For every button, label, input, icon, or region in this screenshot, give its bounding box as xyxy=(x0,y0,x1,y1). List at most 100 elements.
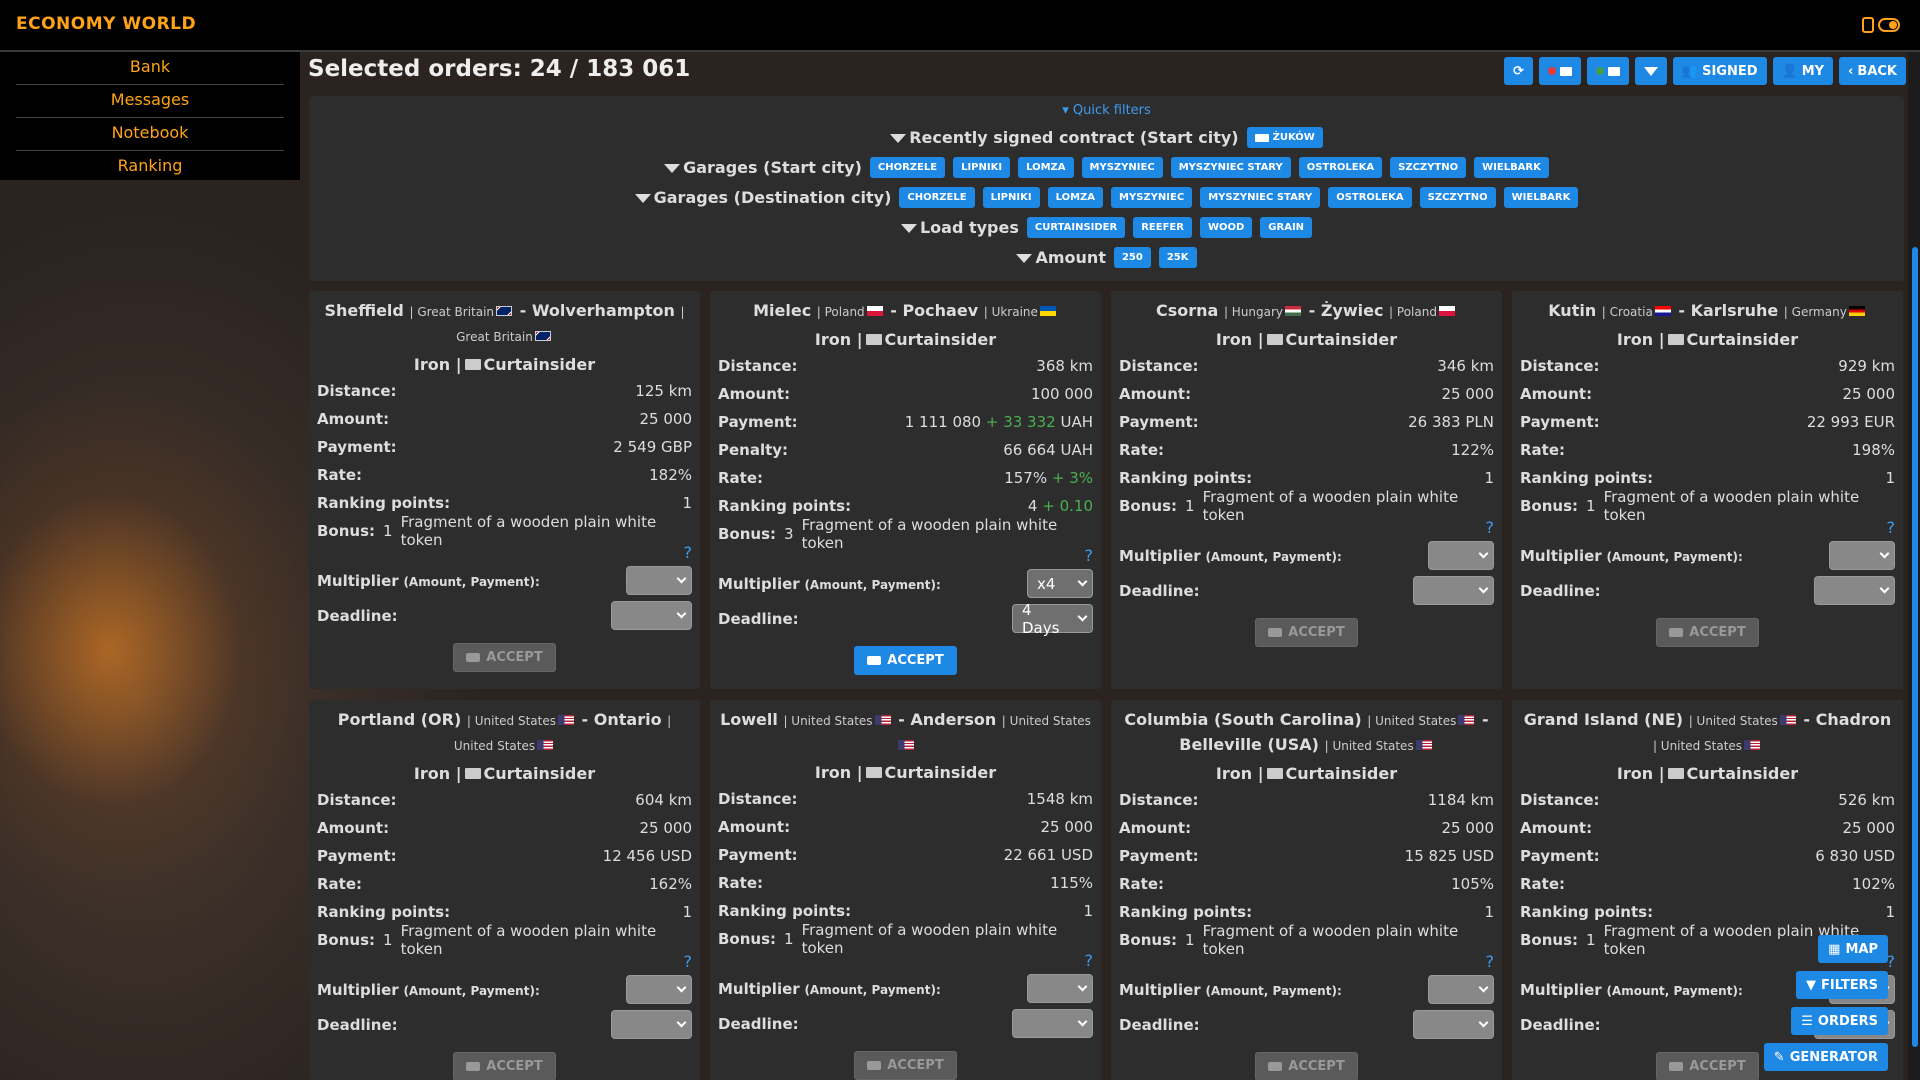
garage-start-chip[interactable]: SZCZYTNO xyxy=(1390,157,1467,178)
deadline-select[interactable] xyxy=(611,601,692,630)
quick-filters-toggle[interactable]: ▾ Quick filters xyxy=(309,103,1904,118)
brand-logo[interactable]: ECONOMY WORLD xyxy=(16,14,196,34)
distance-value: 1184 km xyxy=(1427,791,1494,809)
start-country: United States xyxy=(474,714,556,728)
accept-button[interactable]: ACCEPT xyxy=(854,1051,957,1080)
garage-start-chip[interactable]: WIELBARK xyxy=(1474,157,1549,178)
cargo-name: Iron xyxy=(1215,764,1253,783)
filters-button[interactable]: ▼ FILTERS xyxy=(1796,971,1888,999)
accept-button[interactable]: ACCEPT xyxy=(1656,1052,1759,1080)
menu-item-bank[interactable]: Bank xyxy=(16,52,284,85)
multiplier-select[interactable] xyxy=(1428,975,1494,1004)
deadline-select[interactable] xyxy=(1413,1010,1494,1039)
load-type-chip[interactable]: WOOD xyxy=(1199,217,1253,238)
chevron-down-icon xyxy=(676,608,687,619)
accept-button[interactable]: ACCEPT xyxy=(1656,618,1759,647)
garages-start-label: Garages (Start city) xyxy=(664,158,862,177)
amount-row: Amount: 25 000 xyxy=(718,813,1093,841)
record-view-button[interactable] xyxy=(1538,57,1581,85)
multiplier-select[interactable] xyxy=(1428,541,1494,570)
multiplier-row: Multiplier (Amount, Payment): x4 xyxy=(718,566,1093,601)
fuel-icon[interactable] xyxy=(1862,17,1874,33)
destination-country: Poland xyxy=(1396,305,1437,319)
scrollbar-thumb[interactable] xyxy=(1912,247,1918,1047)
amount-chip[interactable]: 250 xyxy=(1113,247,1151,268)
accept-button[interactable]: ACCEPT xyxy=(1255,618,1358,647)
bonus-qty: 3 xyxy=(784,525,794,543)
load-type-chip[interactable]: GRAIN xyxy=(1260,217,1313,238)
deadline-select[interactable] xyxy=(1413,576,1494,605)
rate-value: 102% xyxy=(1852,875,1895,893)
multiplier-sublabel: (Amount, Payment): xyxy=(403,574,540,589)
multiplier-select[interactable] xyxy=(626,975,692,1004)
menu-item-messages[interactable]: Messages xyxy=(16,85,284,118)
deadline-label: Deadline: xyxy=(1119,581,1200,600)
load-type-chip[interactable]: REEFER xyxy=(1133,217,1192,238)
garage-dest-chip[interactable]: LIPNIKI xyxy=(982,187,1040,208)
garage-dest-chip[interactable]: SZCZYTNO xyxy=(1419,187,1496,208)
accept-label: ACCEPT xyxy=(1288,625,1345,640)
rate-row: Rate: 115% xyxy=(718,869,1093,897)
deadline-select[interactable] xyxy=(1814,576,1895,605)
multiplier-select[interactable] xyxy=(1829,541,1895,570)
my-button[interactable]: 👤 MY xyxy=(1772,57,1834,85)
filter-button[interactable] xyxy=(1634,57,1667,85)
deadline-select[interactable]: 4 Days xyxy=(1012,601,1093,637)
garage-dest-chip[interactable]: MYSZYNIEC STARY xyxy=(1200,187,1321,208)
deadline-select[interactable] xyxy=(1012,1009,1093,1038)
us-flag-icon xyxy=(1779,714,1796,725)
garage-start-chip[interactable]: LIPNIKI xyxy=(953,157,1011,178)
garage-dest-chip[interactable]: LOMZA xyxy=(1047,187,1104,208)
rate-label: Rate: xyxy=(1119,875,1165,893)
ranking-value: 1 xyxy=(682,494,692,512)
map-button[interactable]: ▦ MAP xyxy=(1818,935,1888,963)
currency: UAH xyxy=(1060,413,1093,431)
accept-button[interactable]: ACCEPT xyxy=(453,643,556,672)
order-card: Csorna | Hungary - Żywiec | Poland Iron |… xyxy=(1111,291,1502,689)
chevron-down-icon xyxy=(676,1017,687,1028)
bonus-label: Bonus: xyxy=(1119,497,1178,515)
map-view-button[interactable] xyxy=(1586,57,1629,85)
multiplier-select[interactable] xyxy=(1027,974,1093,1003)
garage-start-chip[interactable]: MYSZYNIEC xyxy=(1081,157,1163,178)
garage-start-chip[interactable]: MYSZYNIEC STARY xyxy=(1170,157,1291,178)
chevron-down-icon xyxy=(1478,583,1489,594)
accept-button[interactable]: ACCEPT xyxy=(1255,1052,1358,1080)
garage-dest-chip[interactable]: CHORZELE xyxy=(899,187,975,208)
payment-label: Payment: xyxy=(718,846,798,864)
garage-dest-chip[interactable]: WIELBARK xyxy=(1503,187,1579,208)
garage-dest-chip[interactable]: OSTROLEKA xyxy=(1328,187,1412,208)
menu-item-ranking[interactable]: Ranking xyxy=(16,151,284,184)
orders-button[interactable]: ☰ ORDERS xyxy=(1791,1007,1888,1035)
signed-button[interactable]: 👥 SIGNED xyxy=(1672,57,1767,85)
recent-chip[interactable]: ŻUKÓW xyxy=(1246,127,1323,148)
deadline-select[interactable] xyxy=(611,1010,692,1039)
garage-dest-chip[interactable]: MYSZYNIEC xyxy=(1111,187,1193,208)
menu-item-notebook[interactable]: Notebook xyxy=(16,118,284,151)
deadline-label: Deadline: xyxy=(1119,1015,1200,1034)
multiplier-select[interactable] xyxy=(626,566,692,595)
scrollbar[interactable] xyxy=(1908,52,1920,1080)
start-country: Poland xyxy=(824,305,865,319)
refresh-button[interactable]: ⟳ xyxy=(1503,57,1533,85)
multiplier-select[interactable]: x4 xyxy=(1027,569,1093,598)
rate-value: 122% xyxy=(1451,441,1494,459)
theme-toggle-icon[interactable] xyxy=(1878,18,1900,32)
distance-label: Distance: xyxy=(1119,791,1199,809)
garage-start-chip[interactable]: LOMZA xyxy=(1018,157,1074,178)
garage-start-chip[interactable]: OSTROLEKA xyxy=(1298,157,1383,178)
bonus-item: Fragment of a wooden plain white token xyxy=(400,513,657,549)
load-type-chip[interactable]: CURTAINSIDER xyxy=(1026,217,1126,238)
trailer-type: Curtainsider xyxy=(1285,330,1398,349)
deadline-row: Deadline: xyxy=(1520,573,1895,608)
accept-button[interactable]: ACCEPT xyxy=(854,646,957,675)
back-button[interactable]: ‹ BACK xyxy=(1839,57,1906,85)
us-flag-icon xyxy=(557,714,574,725)
ranking-label: Ranking points: xyxy=(317,903,451,921)
distance-value: 1548 km xyxy=(1026,790,1093,808)
bonus-qty: 1 xyxy=(383,931,393,949)
garage-start-chip[interactable]: CHORZELE xyxy=(869,157,946,178)
accept-button[interactable]: ACCEPT xyxy=(453,1052,556,1080)
amount-chip[interactable]: 25K xyxy=(1158,247,1197,268)
generator-button[interactable]: ✎ GENERATOR xyxy=(1763,1043,1888,1071)
